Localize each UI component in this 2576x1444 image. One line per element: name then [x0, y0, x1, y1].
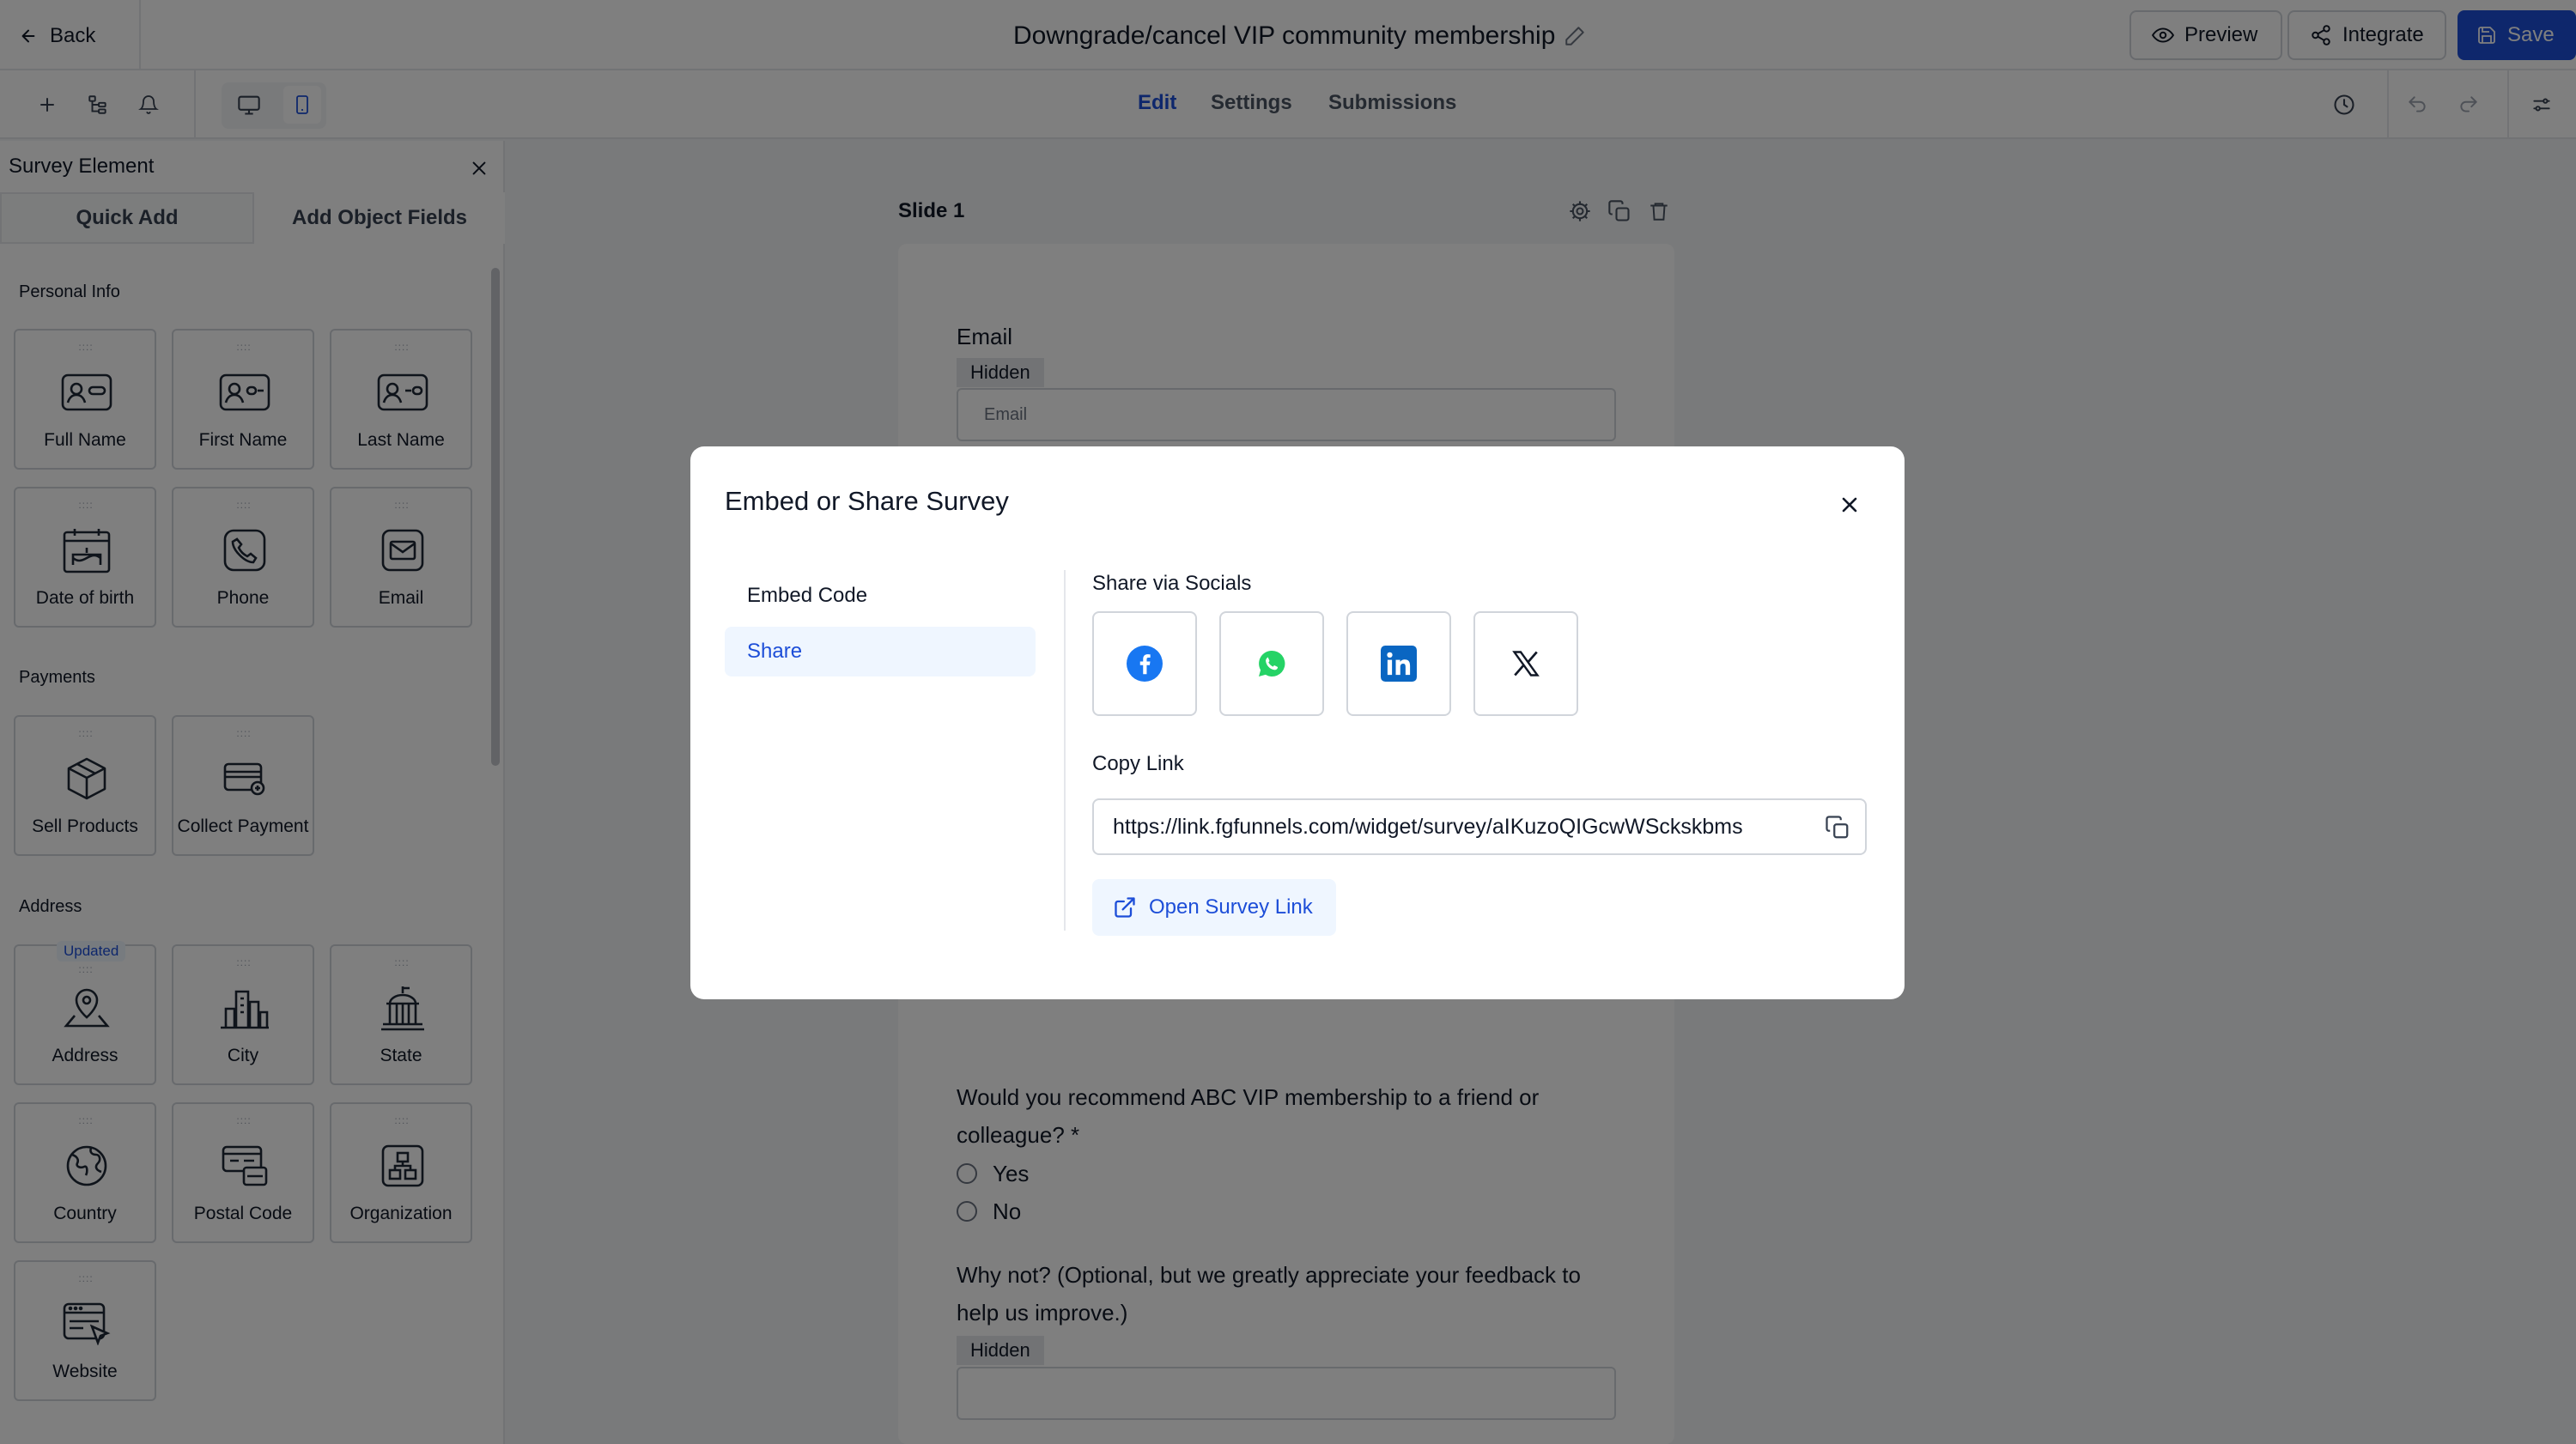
- facebook-button[interactable]: [1092, 611, 1197, 716]
- share-via-socials-title: Share via Socials: [1092, 572, 1252, 595]
- external-link-icon: [1113, 895, 1137, 919]
- copy-icon[interactable]: [1820, 810, 1855, 845]
- linkedin-button[interactable]: [1346, 611, 1451, 716]
- open-survey-link-label: Open Survey Link: [1149, 895, 1313, 919]
- nav-share[interactable]: Share: [725, 627, 1036, 676]
- open-survey-link-button[interactable]: Open Survey Link: [1092, 879, 1336, 936]
- linkedin-icon: [1381, 646, 1417, 682]
- divider: [1064, 570, 1066, 931]
- survey-link-text: https://link.fgfunnels.com/widget/survey…: [1113, 814, 1743, 839]
- share-modal: Embed or Share Survey Embed Code Share S…: [690, 446, 1905, 999]
- close-icon[interactable]: [1832, 488, 1867, 522]
- facebook-icon: [1127, 646, 1163, 682]
- x-icon: [1510, 648, 1541, 679]
- modal-title: Embed or Share Survey: [725, 486, 1009, 516]
- x-button[interactable]: [1473, 611, 1578, 716]
- copy-link-title: Copy Link: [1092, 752, 1184, 775]
- nav-embed-code[interactable]: Embed Code: [725, 571, 1036, 621]
- whatsapp-button[interactable]: [1219, 611, 1324, 716]
- survey-link-field[interactable]: https://link.fgfunnels.com/widget/survey…: [1092, 798, 1867, 855]
- whatsapp-icon: [1256, 648, 1287, 679]
